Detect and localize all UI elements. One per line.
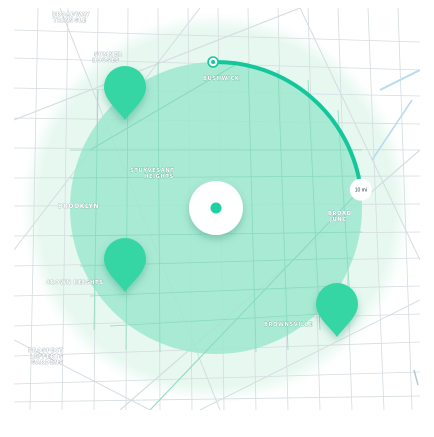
label-brownsville: BROWNSVILLE: [264, 322, 313, 328]
map-canvas[interactable]: BROADWAY TRIANGLE SUMNER HOUSES BUSHWICK…: [0, 0, 434, 437]
label-brooklyn: BROOKLYN: [58, 203, 99, 210]
label-broadway-triangle: BROADWAY TRIANGLE: [52, 12, 93, 24]
label-crown-heights: CROWN HEIGHTS: [46, 280, 104, 286]
label-bushwick: BUSHWICK: [203, 76, 240, 82]
radius-handle[interactable]: 10 mi: [349, 178, 372, 201]
center-marker-dot: [210, 202, 222, 214]
radius-label: 10 mi: [355, 188, 367, 194]
arc-start-handle[interactable]: [207, 56, 219, 68]
center-location-marker[interactable]: [189, 181, 243, 235]
label-prospect-lefferts-gardens: PROSPECT LEFFERTS GARDENS: [28, 348, 66, 366]
arc-start-dot: [211, 60, 216, 64]
map-view[interactable]: BROADWAY TRIANGLE SUMNER HOUSES BUSHWICK…: [0, 0, 434, 437]
